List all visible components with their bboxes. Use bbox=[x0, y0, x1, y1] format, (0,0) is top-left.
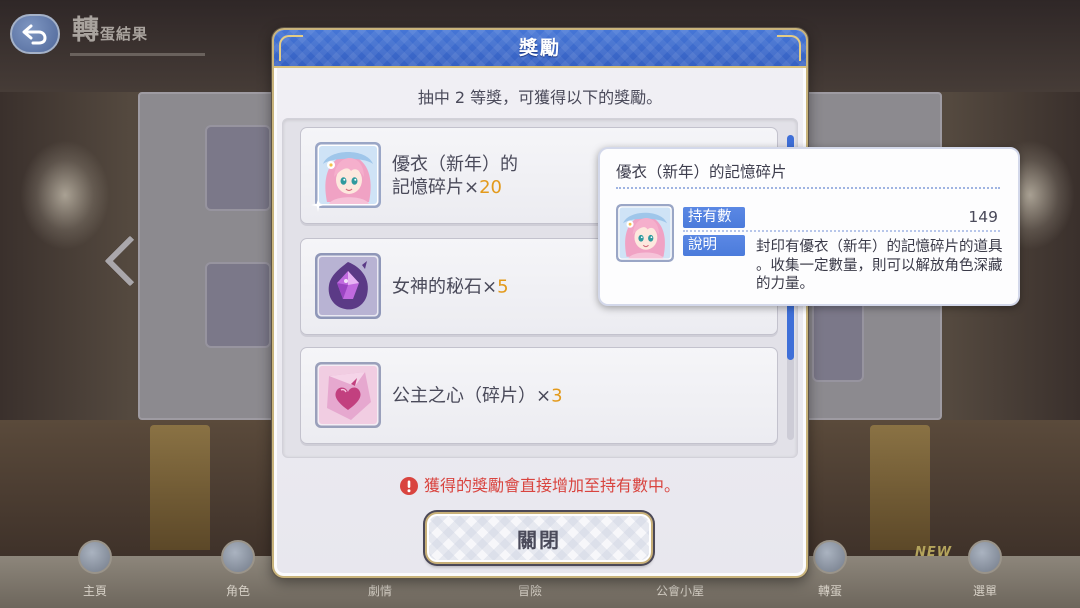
goddess-stone-icon[interactable] bbox=[315, 253, 381, 319]
back-button bbox=[10, 14, 60, 54]
close-button[interactable]: 關閉 bbox=[425, 512, 653, 564]
pillar-right bbox=[870, 425, 930, 550]
nav-label: 劇情 bbox=[367, 584, 392, 598]
back-arrow-icon bbox=[22, 24, 47, 45]
character-icon bbox=[221, 540, 255, 574]
princess-heart-svg[interactable] bbox=[315, 362, 381, 428]
multiplier-sign: × bbox=[536, 385, 552, 406]
dialog-title: 獎勵 bbox=[518, 37, 561, 59]
reward-count: 20 bbox=[479, 176, 502, 198]
reward-name: 女神的秘石 bbox=[392, 276, 482, 297]
nav-item-home: 主頁 bbox=[35, 540, 155, 608]
screen-title: 轉蛋結果 bbox=[72, 15, 149, 46]
header-ornament-right bbox=[777, 35, 801, 61]
dialog-subtitle: 抽中 2 等獎，可獲得以下的獎勵。 bbox=[417, 88, 663, 107]
gacha-icon bbox=[813, 540, 847, 574]
nav-label: 角色 bbox=[225, 584, 250, 598]
background-card bbox=[812, 296, 864, 382]
reward-text: 優衣（新年）的記憶碎片×20 bbox=[392, 153, 528, 199]
nav-label: 轉蛋 bbox=[817, 584, 842, 598]
yui-portrait-svg bbox=[616, 204, 674, 262]
warning-icon bbox=[399, 477, 418, 495]
multiplier-sign: × bbox=[464, 176, 480, 198]
reward-row[interactable]: 公主之心（碎片）×3 bbox=[300, 347, 778, 444]
owned-count-label: 持有數 bbox=[683, 207, 745, 228]
reward-count: 5 bbox=[497, 276, 509, 297]
background-card bbox=[205, 125, 271, 211]
nav-label: 公會小屋 bbox=[655, 584, 704, 598]
goddess-stone-svg[interactable] bbox=[315, 253, 381, 319]
nav-label: 冒險 bbox=[517, 584, 542, 598]
close-button-label: 關閉 bbox=[517, 527, 561, 552]
pillar-left bbox=[150, 425, 210, 550]
reward-notice: 獲得的獎勵會直接增加至持有數中。 bbox=[274, 475, 806, 497]
sparkle-icon bbox=[311, 198, 325, 212]
princess-heart-fragment-icon[interactable] bbox=[315, 362, 381, 428]
multiplier-sign: × bbox=[482, 276, 498, 297]
reward-name: 公主之心（碎片） bbox=[392, 385, 536, 406]
item-description: 封印有優衣（新年）的記憶碎片的道具。收集一定數量，則可以解放角色深藏的力量。 bbox=[756, 239, 1003, 292]
home-icon bbox=[78, 540, 112, 574]
notice-text: 獲得的獎勵會直接增加至持有數中。 bbox=[423, 476, 680, 495]
tooltip-title: 優衣（新年）的記憶碎片 bbox=[616, 163, 787, 181]
description-label: 說明 bbox=[683, 235, 745, 256]
yui-new-year-memory-piece-icon bbox=[616, 204, 674, 262]
new-badge: NEW bbox=[915, 545, 953, 560]
menu-icon bbox=[968, 540, 1002, 574]
background-card bbox=[205, 262, 271, 348]
dialog-header: 獎勵 bbox=[274, 30, 806, 68]
nav-label: 主頁 bbox=[82, 584, 107, 598]
screen-title-underline bbox=[70, 53, 205, 56]
item-detail-tooltip: 優衣（新年）的記憶碎片 持有數 149 說明 封印有優衣（新年）的記憶碎片的道具… bbox=[598, 147, 1020, 306]
reward-count: 3 bbox=[551, 385, 563, 406]
tooltip-divider bbox=[616, 187, 1000, 189]
reward-text: 公主之心（碎片）×3 bbox=[392, 384, 563, 407]
nav-label: 選單 bbox=[972, 584, 997, 598]
wall-lamp-left bbox=[20, 140, 110, 250]
reward-text: 女神的秘石×5 bbox=[392, 275, 509, 298]
owned-count-value: 149 bbox=[968, 208, 998, 226]
tooltip-row-divider bbox=[683, 230, 1000, 232]
header-ornament-left bbox=[279, 35, 303, 61]
